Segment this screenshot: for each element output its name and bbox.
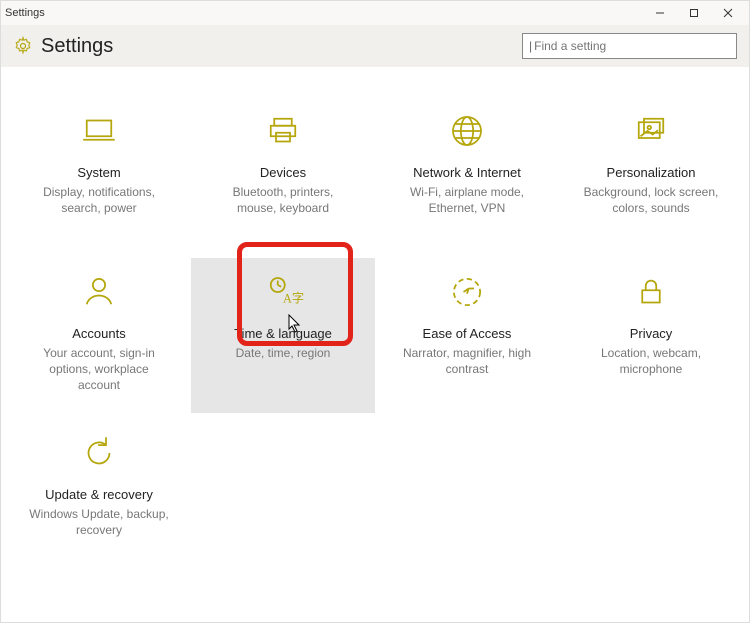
settings-window: Settings Settings | [0, 0, 750, 623]
tile-desc: Location, webcam, microphone [581, 345, 721, 377]
tile-label: Personalization [607, 165, 696, 180]
tile-personalization[interactable]: Personalization Background, lock screen,… [559, 97, 743, 252]
tile-label: Time & language [234, 326, 332, 341]
tile-desc: Windows Update, backup, recovery [29, 506, 169, 538]
tile-label: Network & Internet [413, 165, 521, 180]
window-title: Settings [5, 7, 45, 19]
tile-devices[interactable]: Devices Bluetooth, printers, mouse, keyb… [191, 97, 375, 252]
tile-time-language[interactable]: A字 Time & language Date, time, region [191, 258, 375, 413]
refresh-icon [75, 429, 123, 477]
laptop-icon [75, 107, 123, 155]
maximize-button[interactable] [677, 3, 711, 23]
tile-desc: Narrator, magnifier, high contrast [397, 345, 537, 377]
tile-label: Privacy [630, 326, 673, 341]
ease-icon [443, 268, 491, 316]
close-button[interactable] [711, 3, 745, 23]
tile-label: Devices [260, 165, 306, 180]
tile-system[interactable]: System Display, notifications, search, p… [7, 97, 191, 252]
tile-desc: Background, lock screen, colors, sounds [581, 184, 721, 216]
tile-privacy[interactable]: Privacy Location, webcam, microphone [559, 258, 743, 413]
text-cursor: | [529, 39, 532, 53]
tile-accounts[interactable]: Accounts Your account, sign-in options, … [7, 258, 191, 413]
minimize-button[interactable] [643, 3, 677, 23]
tile-label: Accounts [72, 326, 125, 341]
tile-ease-of-access[interactable]: Ease of Access Narrator, magnifier, high… [375, 258, 559, 413]
tile-update-recovery[interactable]: Update & recovery Windows Update, backup… [7, 419, 191, 574]
tile-label: Ease of Access [423, 326, 512, 341]
tile-desc: Bluetooth, printers, mouse, keyboard [213, 184, 353, 216]
titlebar: Settings [1, 1, 749, 25]
tile-desc: Date, time, region [236, 345, 331, 361]
globe-icon [443, 107, 491, 155]
tile-desc: Wi-Fi, airplane mode, Ethernet, VPN [397, 184, 537, 216]
tile-label: Update & recovery [45, 487, 153, 502]
page-title: Settings [41, 35, 113, 58]
content: System Display, notifications, search, p… [1, 67, 749, 622]
header: Settings | [1, 25, 749, 67]
picture-icon [627, 107, 675, 155]
tile-label: System [77, 165, 120, 180]
person-icon [75, 268, 123, 316]
category-grid: System Display, notifications, search, p… [7, 97, 743, 574]
printer-icon [259, 107, 307, 155]
gear-icon [13, 36, 33, 56]
lock-icon [627, 268, 675, 316]
search-box[interactable]: | [522, 33, 737, 59]
search-input[interactable] [534, 39, 730, 53]
clock-language-icon: A字 [259, 268, 307, 316]
svg-text:A字: A字 [283, 291, 304, 306]
tile-desc: Display, notifications, search, power [29, 184, 169, 216]
tile-desc: Your account, sign-in options, workplace… [29, 345, 169, 394]
tile-network[interactable]: Network & Internet Wi-Fi, airplane mode,… [375, 97, 559, 252]
